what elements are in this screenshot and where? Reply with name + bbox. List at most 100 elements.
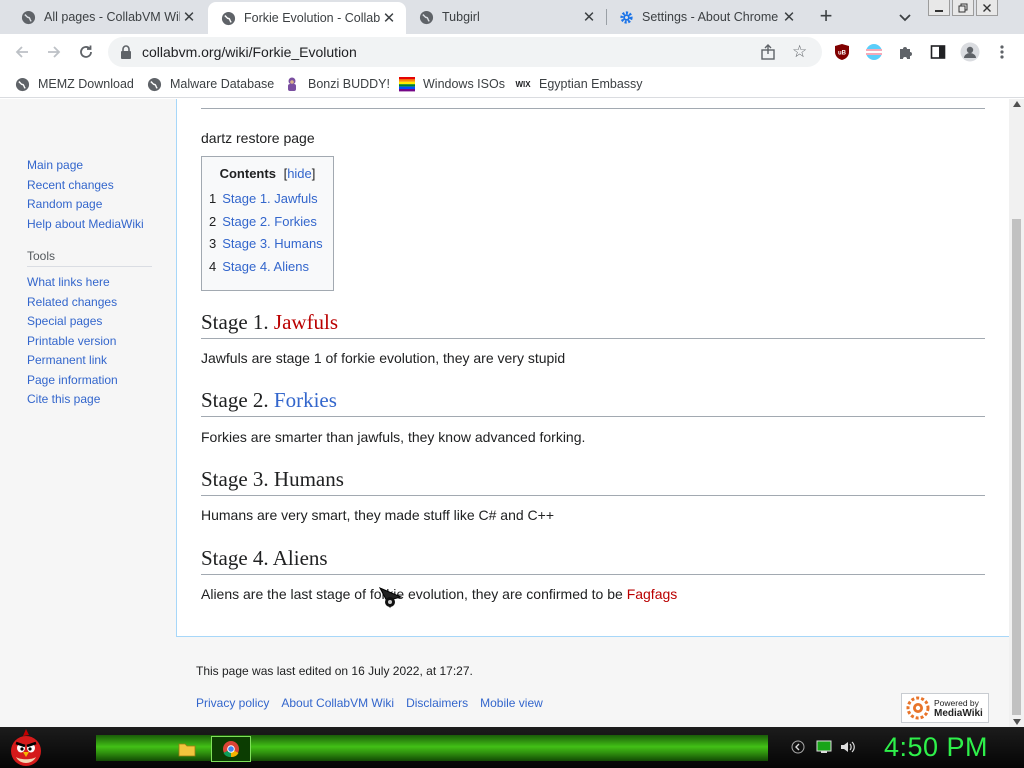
footer-link-disclaimers[interactable]: Disclaimers (406, 696, 468, 710)
tray-overflow-chevron-icon[interactable] (790, 739, 806, 755)
bookmark-egyptian-embassy[interactable]: WIX Egyptian Embassy (515, 75, 642, 93)
bookmark-label: Malware Database (170, 77, 275, 91)
tab-all-pages[interactable]: All pages - CollabVM Wiki ✕ (0, 0, 206, 34)
taskbar-clock[interactable]: 4:50 PM (884, 732, 988, 763)
section-heading-stage-1: Stage 1. Jawfuls (201, 309, 985, 339)
sidebar-item-what-links-here[interactable]: What links here (27, 273, 118, 293)
tab-close-button[interactable]: ✕ (780, 8, 798, 26)
url-text[interactable]: collabvm.org/wiki/Forkie_Evolution (142, 44, 357, 60)
minimize-button[interactable] (928, 0, 950, 16)
taskbar-file-explorer-button[interactable] (172, 736, 202, 762)
sidebar-item-special-pages[interactable]: Special pages (27, 312, 118, 332)
forkies-link[interactable]: Forkies (274, 388, 337, 412)
tab-tubgirl[interactable]: Tubgirl ✕ (406, 0, 606, 34)
footer-link-about[interactable]: About CollabVM Wiki (281, 696, 394, 710)
close-window-button[interactable] (976, 0, 998, 16)
sidebar-item-related-changes[interactable]: Related changes (27, 293, 118, 313)
toc-item-text[interactable]: Stage 3. Humans (222, 236, 322, 251)
bookmark-star-icon[interactable]: ☆ (792, 42, 807, 62)
jawfuls-redlink[interactable]: Jawfuls (274, 310, 338, 334)
globe-icon (220, 10, 236, 26)
tab-search-button[interactable] (896, 8, 914, 26)
section-text: Aliens are the last stage of forkie evol… (201, 586, 627, 602)
tab-title: Forkie Evolution - CollabVM (244, 11, 380, 25)
footer-link-mobile-view[interactable]: Mobile view (480, 696, 543, 710)
bookmarks-bar: MEMZ Download Malware Database Bonzi BUD… (0, 70, 1024, 98)
toc-item-text[interactable]: Stage 2. Forkies (222, 214, 317, 229)
share-icon[interactable] (760, 44, 776, 65)
tray-network-icon[interactable] (816, 739, 832, 755)
section-text-stage-2: Forkies are smarter than jawfuls, they k… (201, 429, 586, 445)
scroll-down-arrow-icon (1013, 719, 1021, 725)
sidebar-item-recent-changes[interactable]: Recent changes (27, 176, 144, 196)
tab-strip: All pages - CollabVM Wiki ✕ Forkie Evolu… (0, 0, 1024, 34)
ublock-icon[interactable]: uB (832, 42, 852, 62)
sidebar-tools: What links here Related changes Special … (27, 273, 118, 410)
powered-by-text: Powered by MediaWiki (934, 698, 983, 719)
toc-item-text[interactable]: Stage 1. Jawfuls (222, 191, 317, 206)
forward-arrow-icon (48, 46, 61, 58)
toc-item[interactable]: 4 Stage 4. Aliens (209, 256, 326, 279)
menu-kebab-icon[interactable] (992, 42, 1012, 62)
sidebar-navigation: Main page Recent changes Random page Hel… (27, 156, 144, 234)
new-tab-button[interactable]: + (815, 5, 837, 28)
folder-icon (178, 743, 196, 757)
bookmark-malware-database[interactable]: Malware Database (146, 75, 274, 93)
reload-icon (80, 45, 92, 58)
forward-button[interactable] (43, 41, 65, 63)
toc-hide-toggle[interactable]: hide (287, 166, 312, 181)
tab-title: Settings - About Chrome (642, 10, 779, 24)
taskbar-chrome-button[interactable] (211, 736, 251, 762)
sidebar-item-help[interactable]: Help about MediaWiki (27, 215, 144, 235)
scroll-thumb[interactable] (1012, 219, 1021, 715)
tab-close-button[interactable]: ✕ (180, 8, 198, 26)
sidebar-item-main-page[interactable]: Main page (27, 156, 144, 176)
tray-volume-icon[interactable] (840, 739, 856, 755)
back-arrow-icon (15, 46, 28, 58)
fagfags-redlink[interactable]: Fagfags (627, 586, 678, 602)
toc-item[interactable]: 2 Stage 2. Forkies (209, 211, 326, 234)
page-scrollbar[interactable] (1009, 99, 1024, 727)
sidebar-item-page-information[interactable]: Page information (27, 371, 118, 391)
toc-title: Contents (219, 166, 276, 181)
bookmark-windows-isos[interactable]: Windows ISOs (399, 75, 505, 93)
toc-item-text[interactable]: Stage 4. Aliens (222, 259, 309, 274)
bonzi-icon (284, 76, 300, 92)
trans-flag-extension-icon[interactable] (864, 42, 884, 62)
minimize-icon (935, 9, 943, 12)
bookmark-memz-download[interactable]: MEMZ Download (14, 75, 134, 93)
footer-link-privacy[interactable]: Privacy policy (196, 696, 269, 710)
tab-close-button[interactable]: ✕ (580, 8, 598, 26)
bookmark-bonzi-buddy[interactable]: Bonzi BUDDY! (284, 75, 390, 93)
bookmark-label: MEMZ Download (38, 77, 134, 91)
sidebar-item-permanent-link[interactable]: Permanent link (27, 351, 118, 371)
sidebar-item-printable-version[interactable]: Printable version (27, 332, 118, 352)
tab-forkie-evolution[interactable]: Forkie Evolution - CollabVM ✕ (208, 2, 406, 34)
close-icon (983, 3, 991, 12)
svg-text:uB: uB (838, 51, 847, 57)
last-edited-info: This page was last edited on 16 July 202… (196, 664, 473, 678)
profile-avatar-icon[interactable] (960, 42, 980, 62)
sidebar-item-cite-this-page[interactable]: Cite this page (27, 390, 118, 410)
powered-by-mediawiki-badge[interactable]: Powered by MediaWiki (901, 693, 989, 723)
tab-title: Tubgirl (442, 10, 480, 24)
tab-close-button[interactable]: ✕ (380, 9, 398, 27)
address-bar[interactable]: collabvm.org/wiki/Forkie_Evolution ☆ (108, 37, 822, 67)
sidebar-item-random-page[interactable]: Random page (27, 195, 144, 215)
window-controls (928, 0, 1000, 16)
lock-icon[interactable] (120, 45, 132, 64)
globe-icon (418, 9, 434, 25)
section-heading-stage-4: Stage 4. Aliens (201, 545, 985, 575)
wix-icon: WIX (515, 79, 531, 89)
restore-button[interactable] (952, 0, 974, 16)
section-heading-stage-2: Stage 2. Forkies (201, 387, 985, 417)
toc-item[interactable]: 3 Stage 3. Humans (209, 233, 326, 256)
reload-button[interactable] (75, 41, 97, 63)
start-button-angry-bird-icon[interactable] (6, 727, 46, 768)
back-button[interactable] (11, 41, 33, 63)
extensions-puzzle-icon[interactable] (896, 42, 916, 62)
toc-item[interactable]: 1 Stage 1. Jawfuls (209, 188, 326, 211)
tab-settings[interactable]: Settings - About Chrome ✕ (606, 0, 806, 34)
side-panel-icon[interactable] (928, 42, 948, 62)
powered-by-line2: MediaWiki (934, 707, 983, 719)
